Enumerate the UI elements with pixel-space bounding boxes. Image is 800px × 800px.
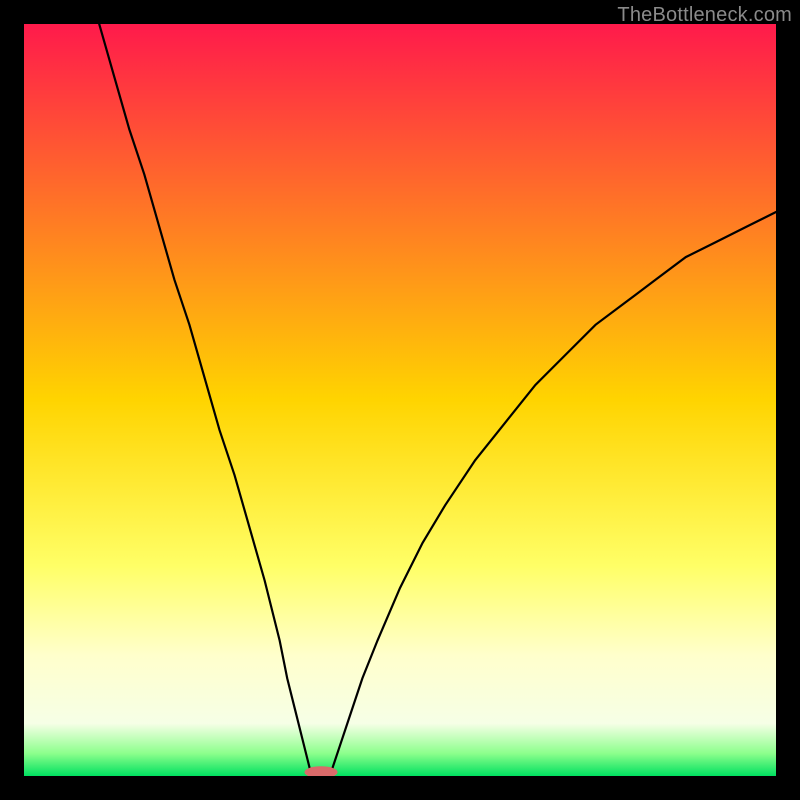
chart-svg [24,24,776,776]
chart-background [24,24,776,776]
chart-frame [24,24,776,776]
